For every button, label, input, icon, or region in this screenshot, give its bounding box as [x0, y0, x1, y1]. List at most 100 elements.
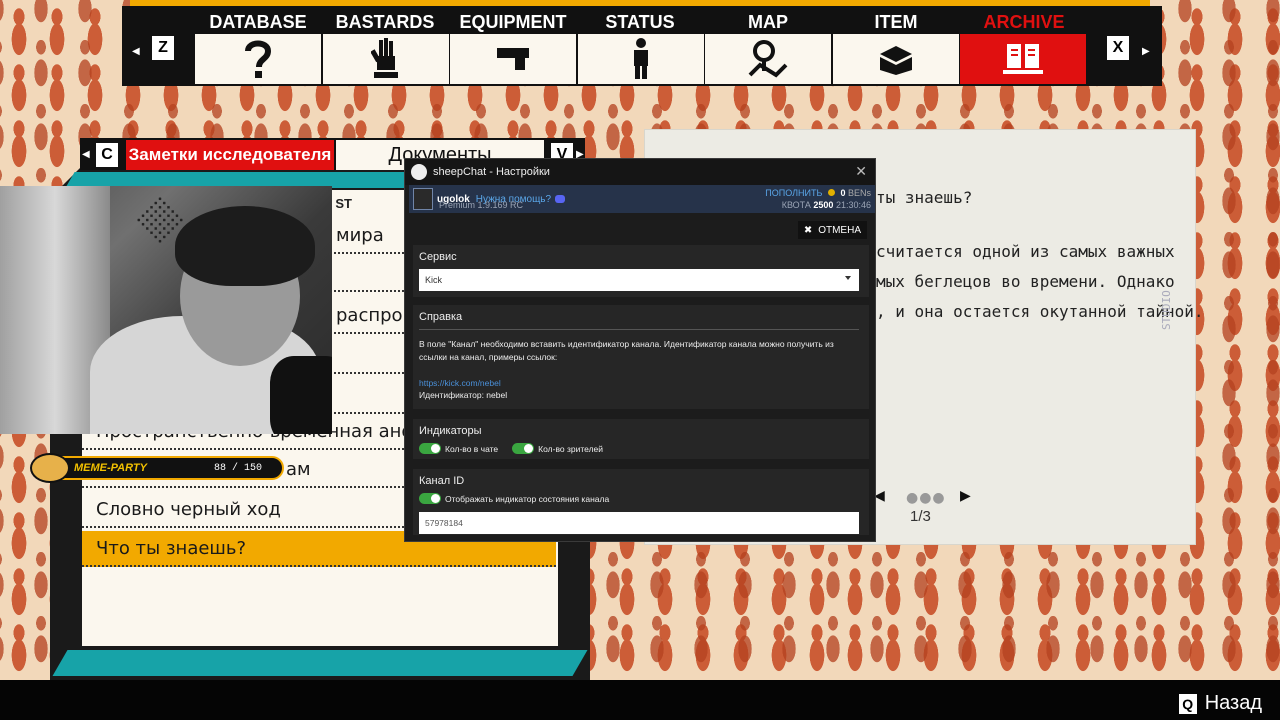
meme-party-name: MEME-PARTY — [74, 462, 147, 474]
plan-version: Premium 1.9.169 RC — [439, 200, 524, 210]
help-text: В поле "Канал" необходимо вставить идент… — [419, 339, 834, 362]
page-indicator: 1/3 — [910, 508, 931, 525]
sheepchat-settings-dialog: sheepChat - Настройки ✕ ugolok Нужна пом… — [404, 158, 876, 542]
doge-icon — [30, 453, 70, 483]
cancel-label: ОТМЕНА — [818, 224, 861, 236]
map-pin-icon — [748, 40, 788, 78]
channel-status-toggle[interactable]: Отображать индикатор состояния канала — [419, 493, 863, 504]
example-link[interactable]: https://kick.com/nebel — [419, 378, 863, 388]
dialog-title: sheepChat - Настройки — [433, 166, 550, 178]
toggle-switch[interactable] — [512, 443, 535, 454]
gun-icon — [497, 48, 529, 70]
nav-tile-equipment[interactable] — [450, 34, 576, 84]
coin-icon — [827, 189, 835, 196]
list-item-label: Что ты знаешь? — [96, 537, 247, 559]
nav-right-arrow-icon: ▶ — [1142, 46, 1150, 57]
nav-tile-map[interactable] — [705, 34, 831, 84]
balance: 0 — [840, 188, 846, 198]
person-icon — [634, 38, 648, 79]
chat-count-label: Кол-во в чате — [445, 443, 499, 454]
paper-line-2: считается одной из самых важных — [876, 242, 1175, 261]
service-select[interactable]: Kick — [419, 269, 859, 291]
nav-left-arrow-icon: ◀ — [132, 46, 140, 57]
quota-info: КВОТА 2500 21:30:46 — [782, 200, 871, 210]
service-value: Kick — [425, 275, 443, 285]
chevron-down-icon — [845, 276, 851, 280]
currency: BENs — [847, 188, 871, 198]
toggle-switch[interactable] — [419, 443, 441, 454]
cancel-button[interactable]: ✖ ОТМЕНА — [797, 221, 867, 239]
box-icon — [880, 46, 912, 75]
teal-accent-bottom — [52, 650, 588, 676]
topup-label: ПОПОЛНИТЬ — [765, 188, 823, 198]
nav-tile-bastards[interactable] — [323, 34, 449, 84]
question-icon — [245, 40, 272, 78]
list-item-label: мира — [336, 224, 384, 246]
quota-label: КВОТА — [781, 200, 811, 210]
tab-status[interactable]: STATUS — [576, 12, 704, 33]
page-dots: ●●● — [906, 490, 946, 506]
page-next-icon[interactable]: ▶ — [960, 488, 971, 504]
paper-line-3: мых беглецов во времени. Однако — [876, 272, 1175, 291]
subtab-left-arrow-icon: ◀ — [82, 149, 90, 160]
indicators-section: Индикаторы Кол-во в чате Кол-во зрителей — [413, 419, 869, 459]
avatar — [413, 188, 433, 210]
top-nav: ◀ Z DATABASE BASTARDS EQUIPMENT STATUS M… — [122, 6, 1162, 86]
service-title: Сервис — [419, 251, 457, 263]
nav-prev-key[interactable]: Z — [152, 36, 174, 60]
user-bar: ugolok Нужна помощь? Premium 1.9.169 RC … — [409, 185, 875, 213]
close-icon[interactable]: ✕ — [855, 163, 867, 180]
dialog-titlebar: sheepChat - Настройки — [405, 159, 875, 185]
back-button[interactable]: Q Назад — [1178, 692, 1262, 715]
meme-party-widget: MEME-PARTY 88 / 150 — [30, 453, 284, 483]
tab-bastards[interactable]: BASTARDS — [321, 12, 449, 33]
channel-section: Канал ID Отображать индикатор состояния … — [413, 469, 869, 535]
webcam-overlay — [0, 186, 332, 434]
webcam-person-hair — [175, 206, 315, 286]
topup-link[interactable]: ПОПОЛНИТЬ 0 BENs — [765, 188, 871, 198]
list-item-label: Словно черный ход — [96, 498, 281, 520]
tab-map[interactable]: MAP — [704, 12, 832, 33]
list-item-label: распро — [336, 304, 403, 326]
zombie-hand-icon — [371, 38, 398, 78]
nav-tile-database[interactable] — [195, 34, 321, 84]
meme-party-count: 88 / 150 — [214, 462, 263, 474]
tab-equipment[interactable]: EQUIPMENT — [449, 12, 577, 33]
channel-title: Канал ID — [419, 475, 465, 487]
webcam-shadow — [270, 356, 332, 434]
viewer-count-toggle[interactable]: Кол-во зрителей — [512, 443, 603, 454]
nav-tile-archive[interactable] — [960, 34, 1086, 84]
help-section: Справка В поле "Канал" необходимо встави… — [413, 305, 869, 409]
tab-item[interactable]: ITEM — [832, 12, 960, 33]
viewer-count-label: Кол-во зрителей — [538, 443, 604, 454]
list-item-label: ам — [286, 458, 311, 480]
channel-status-label: Отображать индикатор состояния канала — [445, 493, 610, 504]
book-icon — [1003, 44, 1043, 74]
nav-tile-status[interactable] — [578, 34, 704, 84]
example-id: Идентификатор: nebel — [419, 390, 508, 400]
bottom-bar — [0, 680, 1280, 720]
back-label: Назад — [1204, 692, 1262, 714]
toggle-switch[interactable] — [419, 493, 441, 504]
tab-researcher-notes[interactable]: Заметки исследователя — [126, 140, 334, 170]
channel-id-input[interactable] — [419, 512, 859, 534]
cancel-x-icon: ✖ — [803, 224, 813, 236]
help-title: Справка — [419, 311, 463, 323]
divider — [419, 329, 859, 330]
time: 21:30:46 — [835, 200, 871, 210]
indicators-title: Индикаторы — [419, 425, 482, 437]
chat-count-toggle[interactable]: Кол-во в чате — [419, 443, 498, 454]
quota-value: 2500 — [813, 200, 834, 210]
tab-database[interactable]: DATABASE — [194, 12, 322, 33]
tab-archive[interactable]: ARCHIVE — [960, 12, 1088, 33]
discord-icon[interactable] — [555, 195, 566, 203]
sheep-icon — [411, 164, 427, 180]
paper-line-1: ты знаешь? — [876, 188, 973, 207]
service-section: Сервис Kick — [413, 245, 869, 297]
nav-next-key[interactable]: X — [1107, 36, 1129, 60]
subtab-prev-key[interactable]: C — [96, 143, 118, 167]
paper-stamp: STUDIO — [1160, 290, 1173, 330]
paper-line-4: , и она остается окутанной тайной. — [876, 302, 1204, 321]
back-key: Q — [1178, 693, 1197, 714]
nav-tile-item[interactable] — [833, 34, 959, 84]
